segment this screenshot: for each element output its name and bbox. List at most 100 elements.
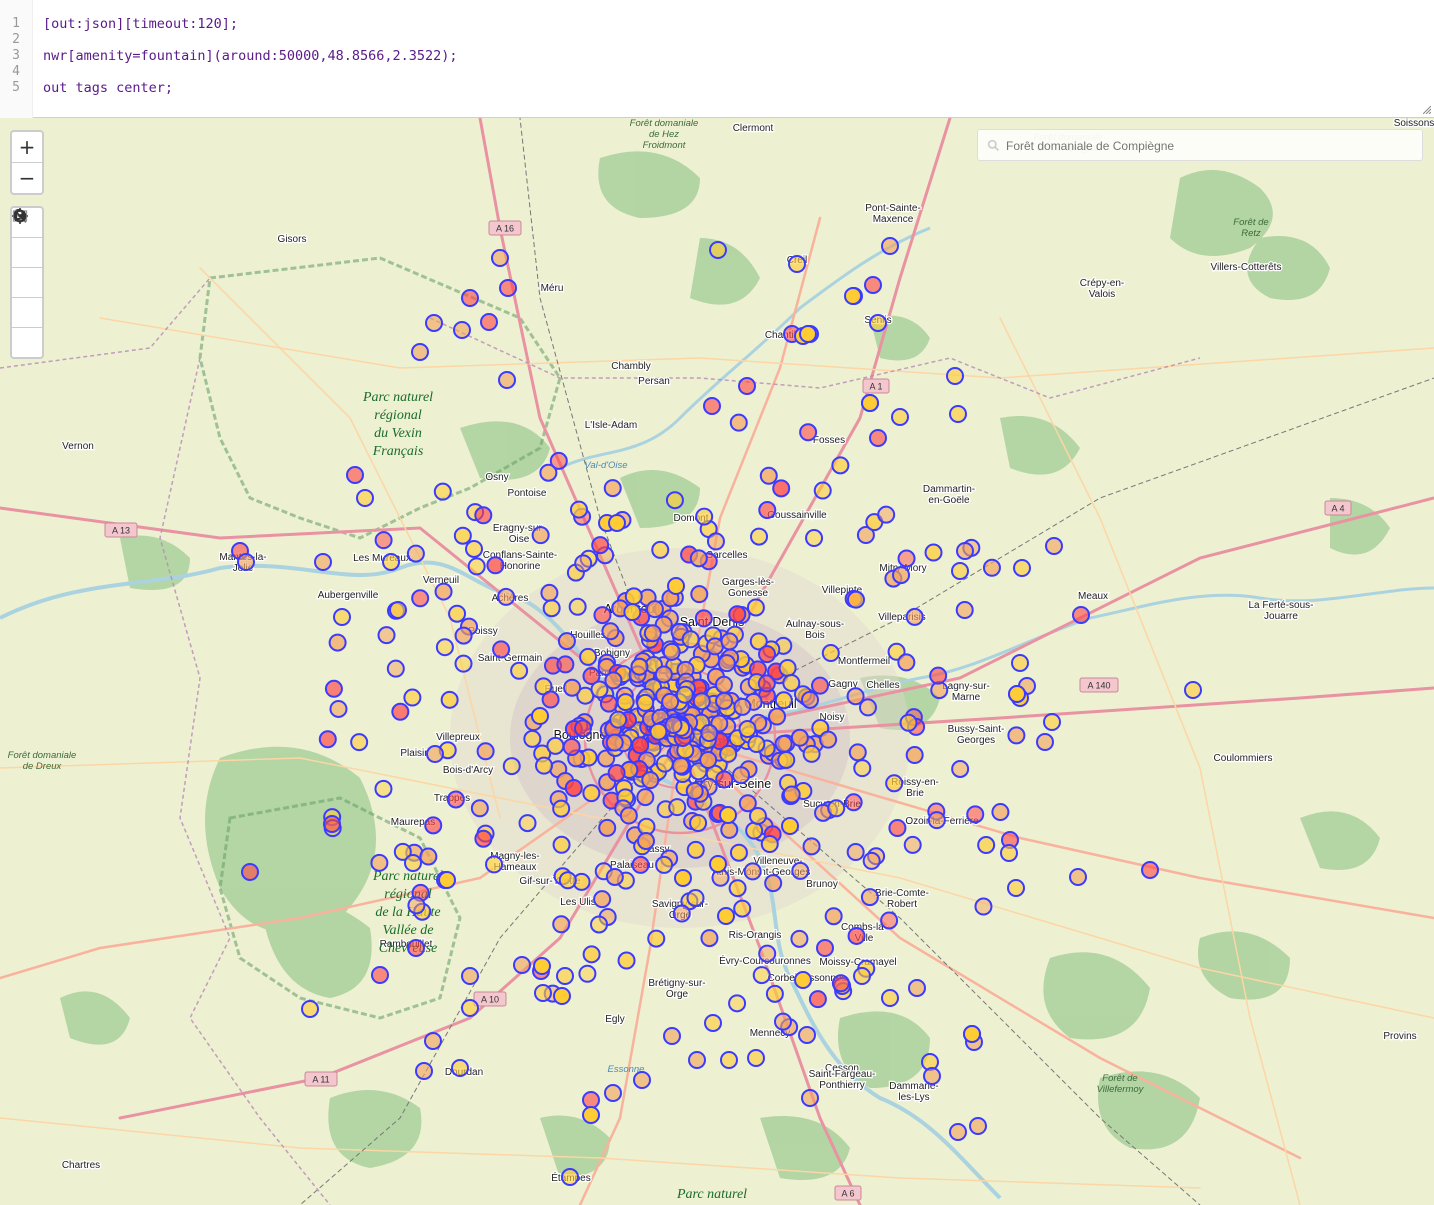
fountain-marker[interactable] xyxy=(745,821,764,840)
fountain-marker[interactable] xyxy=(474,506,493,525)
fountain-marker[interactable] xyxy=(881,989,899,1007)
fountain-marker[interactable] xyxy=(531,526,550,545)
fountain-marker[interactable] xyxy=(573,719,592,738)
fountain-marker[interactable] xyxy=(969,1117,987,1135)
fountain-marker[interactable] xyxy=(880,911,899,930)
fountain-marker[interactable] xyxy=(848,743,867,762)
fountain-marker[interactable] xyxy=(853,967,871,985)
fountain-marker[interactable] xyxy=(955,601,974,620)
fountain-marker[interactable] xyxy=(631,855,650,874)
fountain-marker[interactable] xyxy=(672,904,691,923)
fountain-marker[interactable] xyxy=(582,1106,600,1124)
fountain-marker[interactable] xyxy=(811,676,830,695)
fountain-marker[interactable] xyxy=(728,605,747,624)
fountain-marker[interactable] xyxy=(552,835,571,854)
fountain-marker[interactable] xyxy=(688,1051,706,1069)
code-line-3[interactable]: nwr[amenity=fountain](around:50000,48.85… xyxy=(43,48,458,64)
fountain-marker[interactable] xyxy=(790,929,809,948)
fountain-marker[interactable] xyxy=(858,698,877,717)
fountain-marker[interactable] xyxy=(782,785,801,804)
fountain-marker[interactable] xyxy=(377,626,396,645)
fountain-marker[interactable] xyxy=(733,899,752,918)
fountain-marker[interactable] xyxy=(609,710,628,729)
fountain-marker[interactable] xyxy=(690,585,709,604)
fountain-marker[interactable] xyxy=(689,813,708,832)
fountain-marker[interactable] xyxy=(758,645,777,664)
fountain-marker[interactable] xyxy=(881,237,899,255)
fountain-marker[interactable] xyxy=(802,744,821,763)
fountain-marker[interactable] xyxy=(715,691,734,710)
fountain-marker[interactable] xyxy=(685,782,704,801)
fountain-marker[interactable] xyxy=(552,799,571,818)
fountain-marker[interactable] xyxy=(374,779,393,798)
fountain-marker[interactable] xyxy=(403,688,422,707)
fountain-marker[interactable] xyxy=(929,666,948,685)
fountain-marker[interactable] xyxy=(891,408,909,426)
fountain-marker[interactable] xyxy=(799,423,818,442)
fountain-marker[interactable] xyxy=(695,507,714,526)
fountain-marker[interactable] xyxy=(747,1049,765,1067)
fountain-marker[interactable] xyxy=(719,744,738,763)
fountain-marker[interactable] xyxy=(862,851,881,870)
fountain-marker[interactable] xyxy=(720,1051,738,1069)
fountain-marker[interactable] xyxy=(675,685,694,704)
fountain-marker[interactable] xyxy=(491,249,509,267)
fountain-marker[interactable] xyxy=(446,790,465,809)
fountain-marker[interactable] xyxy=(502,757,521,776)
fountain-marker[interactable] xyxy=(757,674,776,693)
fountain-marker[interactable] xyxy=(598,818,617,837)
fountain-marker[interactable] xyxy=(728,879,747,898)
fountain-marker[interactable] xyxy=(903,835,922,854)
fountain-marker[interactable] xyxy=(523,729,542,748)
fountain-marker[interactable] xyxy=(905,607,924,626)
fountain-marker[interactable] xyxy=(966,805,985,824)
fountain-marker[interactable] xyxy=(616,693,635,712)
fountain-marker[interactable] xyxy=(563,678,582,697)
fountain-marker[interactable] xyxy=(518,814,537,833)
fountain-marker[interactable] xyxy=(453,526,472,545)
fountain-marker[interactable] xyxy=(1013,559,1031,577)
fountain-marker[interactable] xyxy=(333,608,351,626)
fountain-marker[interactable] xyxy=(651,540,670,559)
map-canvas[interactable]: A 16 A 1 A 13 A 4 A 140 A 10 A 11 A 6 Clermont S… xyxy=(0,118,1434,1205)
fountain-marker[interactable] xyxy=(492,640,511,659)
fountain-marker[interactable] xyxy=(808,990,827,1009)
fountain-marker[interactable] xyxy=(541,690,560,709)
fountain-marker[interactable] xyxy=(728,994,747,1013)
fountain-marker[interactable] xyxy=(476,742,495,761)
fountain-marker[interactable] xyxy=(647,929,666,948)
fountain-marker[interactable] xyxy=(328,633,347,652)
fountain-marker[interactable] xyxy=(579,647,598,666)
fountain-marker[interactable] xyxy=(454,654,473,673)
fountain-marker[interactable] xyxy=(748,806,767,825)
fountain-marker[interactable] xyxy=(777,750,796,769)
fountain-marker[interactable] xyxy=(768,707,787,726)
fountain-marker[interactable] xyxy=(451,1059,469,1077)
fountain-marker[interactable] xyxy=(686,888,705,907)
fountain-marker[interactable] xyxy=(927,811,946,830)
fountain-marker[interactable] xyxy=(329,699,348,718)
fountain-marker[interactable] xyxy=(356,489,374,507)
fountain-marker[interactable] xyxy=(781,817,799,835)
fountain-marker[interactable] xyxy=(899,713,918,732)
fountain-marker[interactable] xyxy=(681,630,700,649)
fountain-marker[interactable] xyxy=(601,622,620,641)
fountain-marker[interactable] xyxy=(346,466,364,484)
fountain-marker[interactable] xyxy=(407,939,425,957)
map-search-box[interactable] xyxy=(977,129,1423,161)
fountain-marker[interactable] xyxy=(729,413,748,432)
fountain-marker[interactable] xyxy=(692,692,711,711)
fountain-marker[interactable] xyxy=(649,722,668,741)
fountain-marker[interactable] xyxy=(663,1027,681,1045)
fountain-marker[interactable] xyxy=(608,514,626,532)
fountain-marker[interactable] xyxy=(485,855,504,874)
fountain-marker[interactable] xyxy=(729,843,748,862)
fountain-marker[interactable] xyxy=(631,736,650,755)
fountain-marker[interactable] xyxy=(558,871,577,890)
fountain-marker[interactable] xyxy=(773,1012,792,1031)
fountain-marker[interactable] xyxy=(661,692,680,711)
fountain-marker[interactable] xyxy=(923,1067,941,1085)
fountain-marker[interactable] xyxy=(709,855,727,873)
fountain-marker[interactable] xyxy=(314,553,332,571)
fountain-marker[interactable] xyxy=(888,819,907,838)
